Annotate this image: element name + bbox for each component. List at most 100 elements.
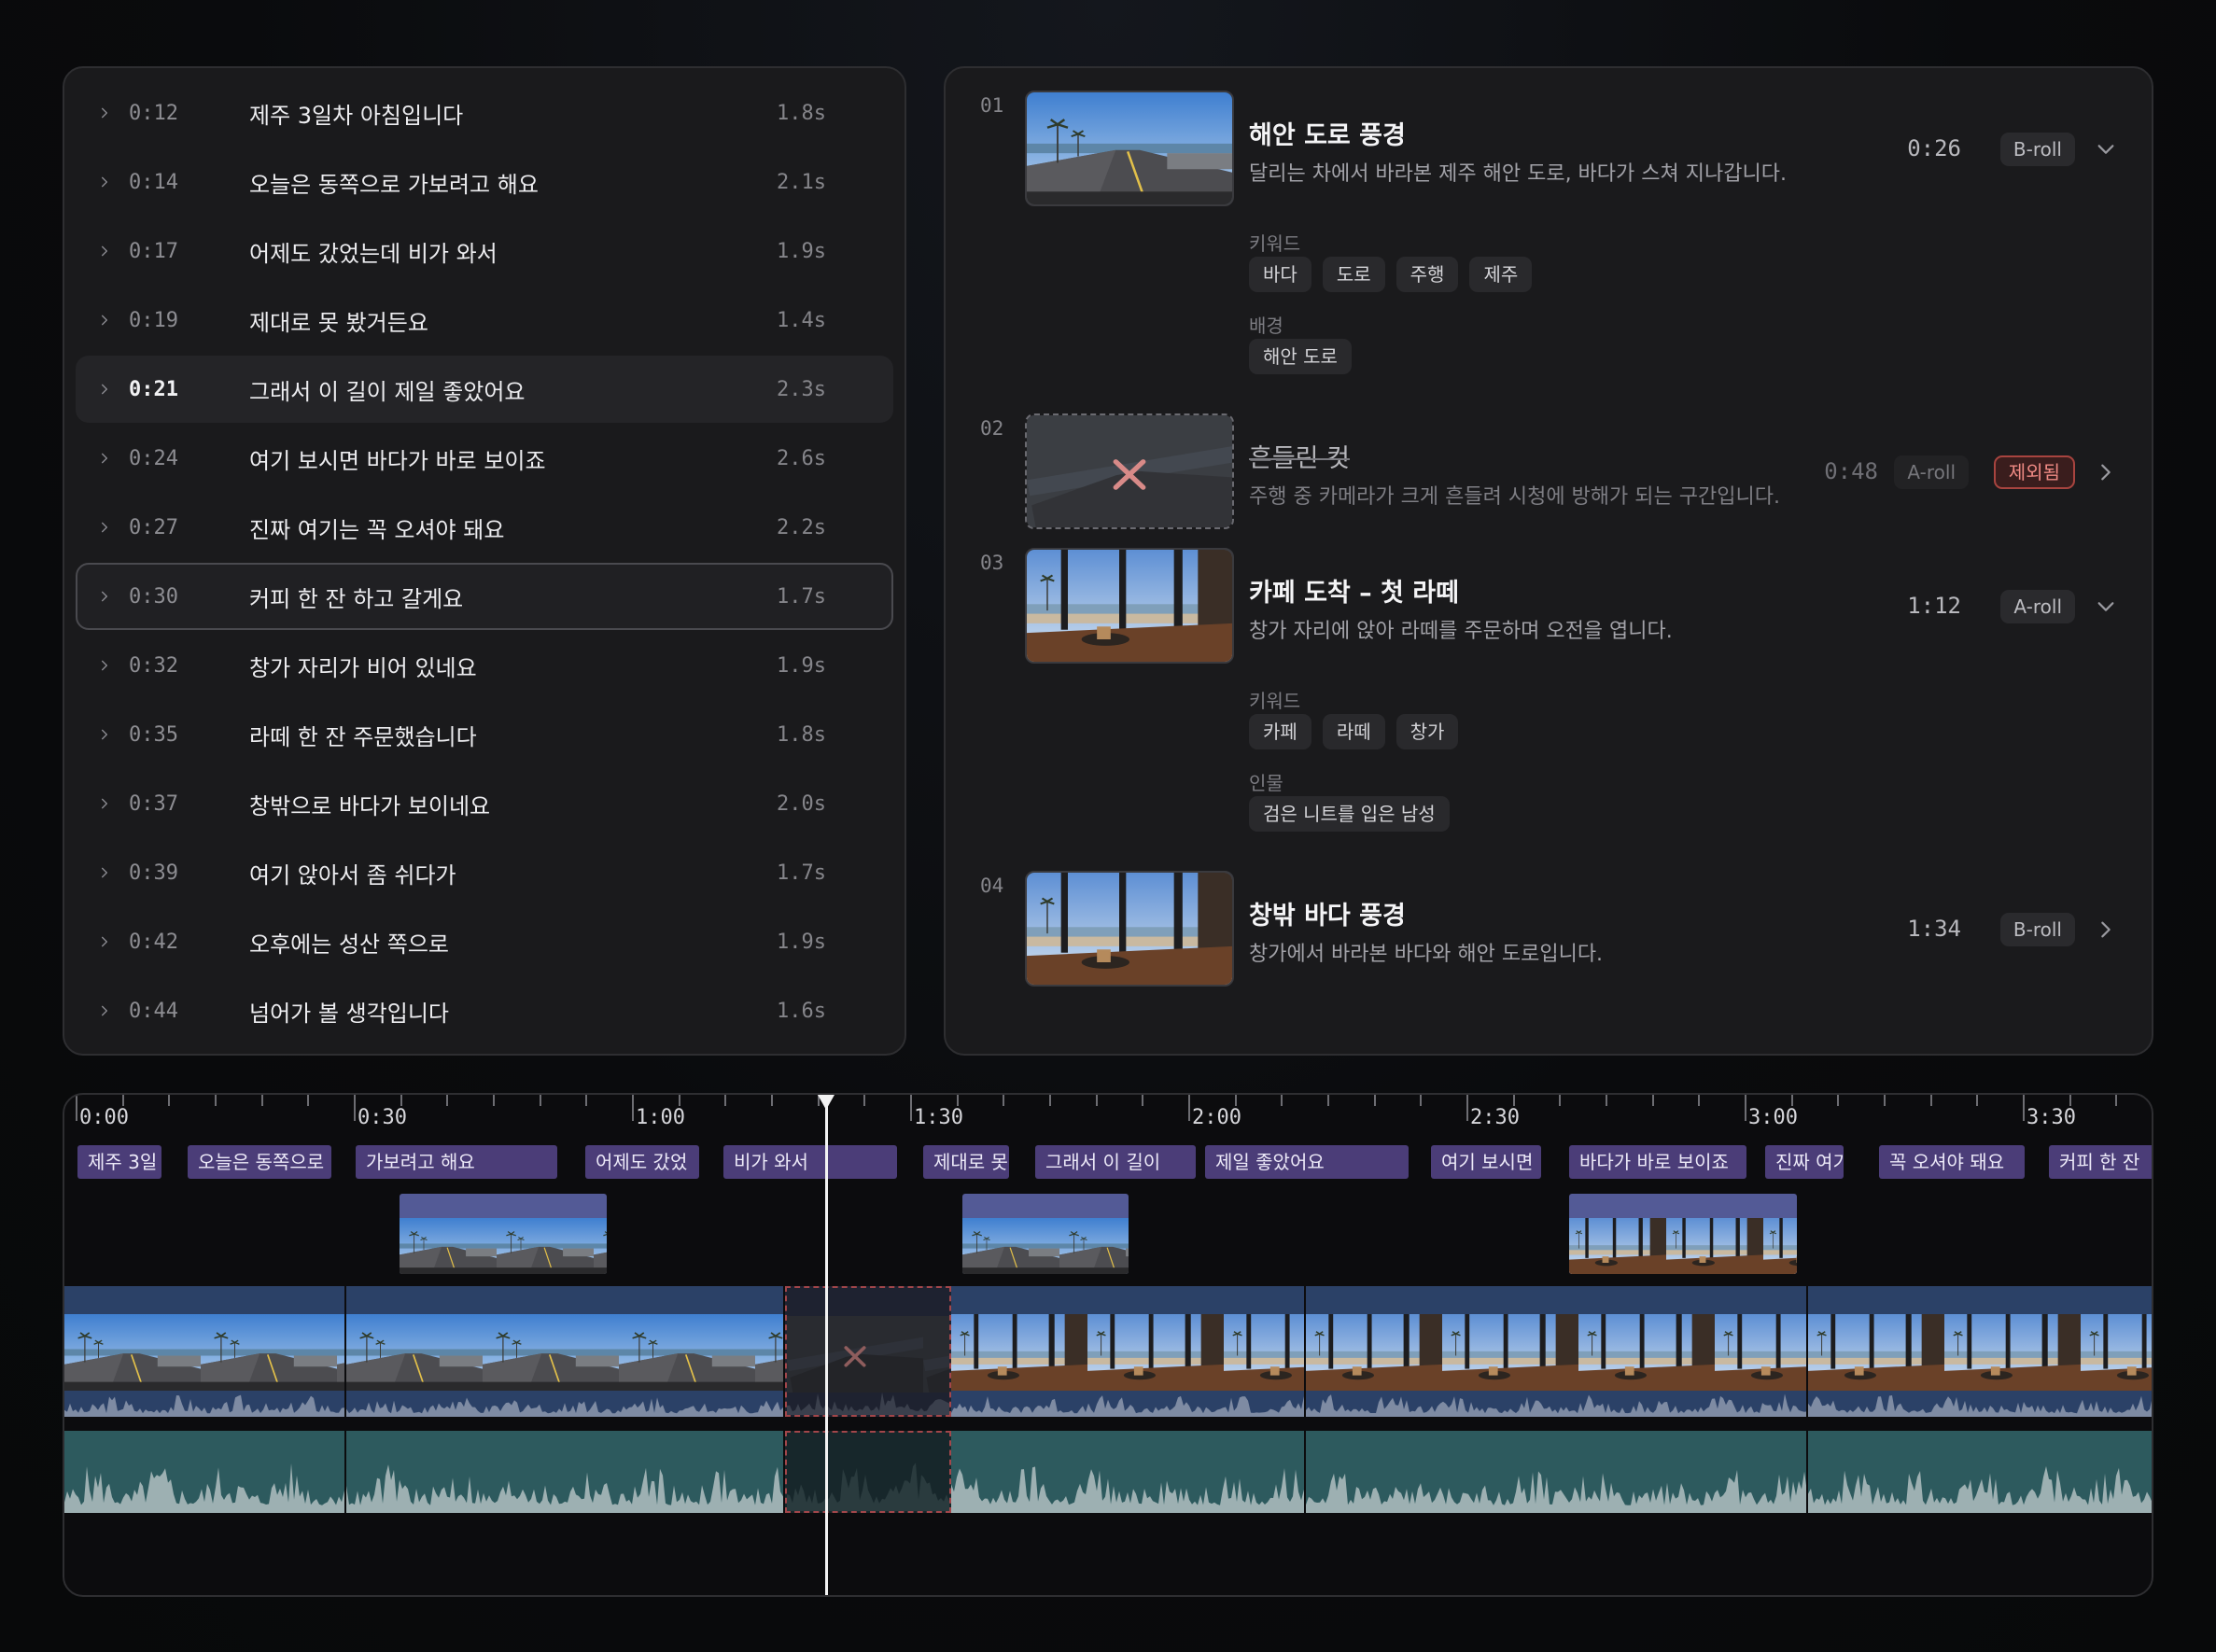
video-clip[interactable] bbox=[64, 1286, 346, 1417]
tag-chip[interactable]: 도로 bbox=[1322, 257, 1385, 292]
chevron-right-icon[interactable] bbox=[94, 1001, 115, 1021]
transcript-row[interactable]: 0:19 제대로 못 봤거든요 1.4s bbox=[76, 287, 893, 354]
transcript-row[interactable]: 0:14 오늘은 동쪽으로 가보려고 해요 2.1s bbox=[76, 148, 893, 216]
caption-clip[interactable]: 오늘은 동쪽으로 bbox=[188, 1145, 331, 1179]
excluded-video-clip[interactable] bbox=[785, 1286, 951, 1417]
caption-clip[interactable]: 가보려고 해요 bbox=[356, 1145, 557, 1179]
transcript-duration: 1.9s bbox=[777, 239, 826, 263]
audio-clip[interactable] bbox=[1306, 1431, 1808, 1513]
chevron-right-icon[interactable] bbox=[94, 379, 115, 399]
caption-clip[interactable]: 바다가 바로 보이죠 bbox=[1569, 1145, 1746, 1179]
scene-card[interactable]: 02 흔들린 컷 주행 중 카메라가 크게 흔들려 시청에 방해가 되는 구간입니… bbox=[946, 391, 2152, 529]
ruler-tick bbox=[771, 1095, 773, 1106]
video-clip[interactable] bbox=[346, 1286, 785, 1417]
excluded-badge[interactable]: 제외됨 bbox=[1993, 455, 2075, 489]
video-clip[interactable] bbox=[1306, 1286, 1808, 1417]
timeline-panel[interactable]: 0:00 0:30 1:00 1:30 2:00 2:30 3:00 3:30 제주 3일 오늘은… bbox=[63, 1093, 2153, 1597]
video-clip[interactable] bbox=[951, 1286, 1306, 1417]
caption-clip[interactable]: 진짜 여기 bbox=[1765, 1145, 1844, 1179]
scene-thumbnail[interactable] bbox=[1025, 91, 1234, 206]
chevron-right-icon[interactable] bbox=[94, 241, 115, 261]
scene-number: 03 bbox=[980, 552, 1004, 574]
caption-clip[interactable]: 꼭 오셔야 돼요 bbox=[1879, 1145, 2025, 1179]
caption-clip[interactable]: 커피 한 잔 bbox=[2049, 1145, 2152, 1179]
playhead[interactable] bbox=[825, 1095, 828, 1595]
scene-description: 창가 자리에 앉아 라떼를 주문하며 오전을 엽니다. bbox=[1249, 620, 1673, 643]
caption-clip[interactable]: 비가 와서 bbox=[723, 1145, 897, 1179]
caption-clip[interactable]: 제대로 못 bbox=[923, 1145, 1009, 1179]
chevron-right-icon[interactable] bbox=[2096, 919, 2116, 940]
audio-clip[interactable] bbox=[951, 1431, 1306, 1513]
ruler-tick bbox=[1049, 1095, 1051, 1106]
tag-list: 바다 도로 주행 제주 bbox=[1249, 257, 1533, 292]
ruler-tick bbox=[446, 1095, 449, 1106]
tag-chip[interactable]: 카페 bbox=[1249, 714, 1311, 749]
tag-chip[interactable]: 바다 bbox=[1249, 257, 1311, 292]
ruler-tick bbox=[1606, 1095, 1607, 1106]
chevron-right-icon[interactable] bbox=[2096, 462, 2116, 483]
caption-clip[interactable]: 어제도 갔었 bbox=[585, 1145, 699, 1179]
transcript-row[interactable]: 0:27 진짜 여기는 꼭 오셔야 돼요 2.2s bbox=[76, 494, 893, 561]
chevron-right-icon[interactable] bbox=[94, 517, 115, 538]
chevron-right-icon[interactable] bbox=[94, 586, 115, 607]
chevron-right-icon[interactable] bbox=[94, 862, 115, 883]
transcript-text: 진짜 여기는 꼭 오셔야 돼요 bbox=[249, 516, 505, 543]
transcript-row[interactable]: 0:44 넘어가 볼 생각입니다 1.6s bbox=[76, 977, 893, 1044]
tag-chip[interactable]: 주행 bbox=[1396, 257, 1459, 292]
excluded-audio-clip[interactable] bbox=[785, 1431, 951, 1513]
tag-chip[interactable]: 해안 도로 bbox=[1249, 339, 1352, 374]
audio-clip[interactable] bbox=[1808, 1431, 2152, 1513]
transcript-text: 창가 자리가 비어 있네요 bbox=[249, 654, 477, 681]
chevron-down-icon[interactable] bbox=[2096, 596, 2116, 617]
transcript-row[interactable]: 0:17 어제도 갔었는데 비가 와서 1.9s bbox=[76, 217, 893, 285]
transcript-row[interactable]: 0:35 라떼 한 잔 주문했습니다 1.8s bbox=[76, 701, 893, 768]
chevron-right-icon[interactable] bbox=[94, 103, 115, 123]
video-clip[interactable] bbox=[1808, 1286, 2152, 1417]
tag-chip[interactable]: 검은 니트를 입은 남성 bbox=[1249, 796, 1450, 832]
transcript-row[interactable]: 0:12 제주 3일차 아침입니다 1.8s bbox=[76, 79, 893, 147]
broll-clip[interactable] bbox=[962, 1194, 1129, 1274]
chevron-right-icon[interactable] bbox=[94, 172, 115, 192]
playhead-handle[interactable] bbox=[818, 1095, 835, 1110]
scene-thumbnail[interactable] bbox=[1025, 548, 1234, 664]
transcript-time: 0:35 bbox=[129, 722, 178, 747]
scene-card[interactable]: 04 창밖 바다 풍경 창가에서 바라본 바다와 해안 도로입니다. 1:34 B-r… bbox=[946, 848, 2152, 987]
scene-thumbnail[interactable] bbox=[1025, 871, 1234, 987]
tag-chip[interactable]: 제주 bbox=[1469, 257, 1533, 292]
ruler-tick bbox=[2115, 1095, 2118, 1106]
chevron-right-icon[interactable] bbox=[94, 655, 115, 676]
caption-clip[interactable]: 제일 좋았어요 bbox=[1205, 1145, 1409, 1179]
scene-thumbnail[interactable] bbox=[1025, 413, 1234, 529]
transcript-row[interactable]: 0:21 그래서 이 길이 제일 좋았어요 2.3s bbox=[76, 356, 893, 423]
ruler-tick bbox=[1188, 1095, 1190, 1121]
scene-card[interactable]: 03 카페 도착 – 첫 라떼 창가 자리에 앉아 라떼를 주문하며 오전을 엽니… bbox=[946, 525, 2152, 832]
tag-chip[interactable]: 창가 bbox=[1396, 714, 1459, 749]
audio-clip[interactable] bbox=[346, 1431, 785, 1513]
transcript-duration: 1.6s bbox=[777, 999, 826, 1023]
chevron-right-icon[interactable] bbox=[94, 931, 115, 952]
scene-card[interactable]: 01 해안 도로 풍경 달리는 차에서 바라본 제주 해안 도로, 바다가 스쳐 … bbox=[946, 68, 2152, 374]
broll-clip[interactable] bbox=[400, 1194, 607, 1274]
scene-description: 달리는 차에서 바라본 제주 해안 도로, 바다가 스쳐 지나갑니다. bbox=[1249, 162, 1787, 186]
transcript-row[interactable]: 0:32 창가 자리가 비어 있네요 1.9s bbox=[76, 632, 893, 699]
chevron-right-icon[interactable] bbox=[94, 448, 115, 469]
transcript-row[interactable]: 0:42 오후에는 성산 쪽으로 1.9s bbox=[76, 908, 893, 975]
broll-clip[interactable] bbox=[1569, 1194, 1797, 1274]
caption-clip[interactable]: 여기 보시면 bbox=[1431, 1145, 1541, 1179]
ruler-tick bbox=[76, 1095, 77, 1121]
transcript-text: 넘어가 볼 생각입니다 bbox=[249, 1000, 449, 1027]
ruler-tick bbox=[1837, 1095, 1840, 1106]
chevron-right-icon[interactable] bbox=[94, 793, 115, 814]
transcript-row[interactable]: 0:30 커피 한 잔 하고 갈게요 1.7s bbox=[76, 563, 893, 630]
transcript-row[interactable]: 0:24 여기 보시면 바다가 바로 보이죠 2.6s bbox=[76, 425, 893, 492]
chevron-right-icon[interactable] bbox=[94, 724, 115, 745]
transcript-row[interactable]: 0:39 여기 앉아서 좀 쉬다가 1.7s bbox=[76, 839, 893, 906]
caption-clip[interactable]: 그래서 이 길이 bbox=[1035, 1145, 1196, 1179]
transcript-row[interactable]: 0:37 창밖으로 바다가 보이네요 2.0s bbox=[76, 770, 893, 837]
caption-clip[interactable]: 제주 3일 bbox=[77, 1145, 161, 1179]
chevron-right-icon[interactable] bbox=[94, 310, 115, 330]
scene-type-badge: A-roll bbox=[2000, 590, 2075, 623]
audio-clip[interactable] bbox=[64, 1431, 346, 1513]
chevron-down-icon[interactable] bbox=[2096, 139, 2116, 160]
tag-chip[interactable]: 라떼 bbox=[1322, 714, 1385, 749]
